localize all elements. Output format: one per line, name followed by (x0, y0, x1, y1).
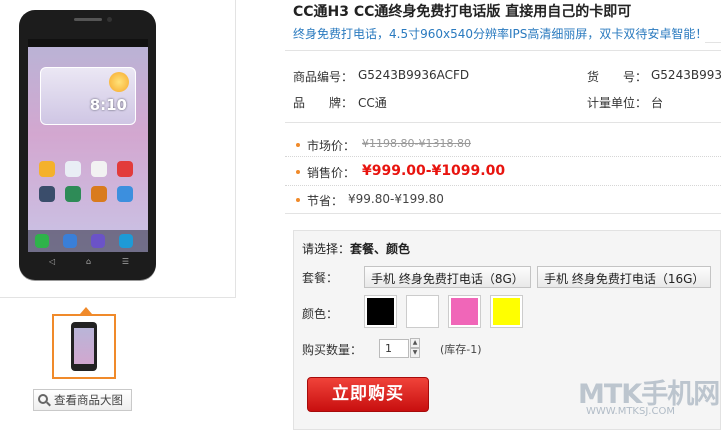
sale-price-label: 销售价： (307, 166, 356, 180)
buy-now-button[interactable]: 立即购买 (307, 377, 429, 412)
app-grid (34, 161, 144, 211)
thumbnail-indicator-arrow (80, 307, 92, 314)
phone-image: 8:10 ◁ ⌂ ☰ (19, 10, 156, 280)
market-price-value: ¥1198.80-¥1318.80 (362, 137, 471, 150)
brand-value: CC通 (358, 96, 387, 110)
quantity-label: 购买数量： (302, 343, 363, 357)
color-swatch-black[interactable] (364, 295, 397, 328)
view-large-image-label: 查看商品大图 (54, 393, 123, 407)
package-option-8g[interactable]: 手机 终身免费打电话（8G） (364, 266, 531, 288)
messages-dock-icon (63, 234, 77, 248)
unit-value: 台 (651, 96, 664, 110)
phone-dock-icon (35, 234, 49, 248)
clock-widget: 8:10 (40, 67, 136, 125)
weather-sun-icon (109, 72, 129, 92)
bullet-icon (296, 170, 300, 174)
color-swatch-yellow[interactable] (490, 295, 523, 328)
bullet-icon (296, 198, 300, 202)
maps-app-icon (65, 186, 81, 202)
divider (285, 50, 721, 51)
phone-statusbar (28, 39, 148, 47)
sku-label: 商品编号： (293, 70, 354, 84)
divider (285, 213, 721, 214)
view-large-image-button[interactable]: 查看商品大图 (33, 389, 132, 411)
quantity-decrease-button[interactable]: ▼ (410, 348, 420, 358)
item-number-value: G5243B9936 (651, 68, 721, 82)
bullet-icon (296, 143, 300, 147)
clock-time: 8:10 (89, 96, 127, 114)
browser-dock-icon (119, 234, 133, 248)
camera-dock-icon (91, 234, 105, 248)
contacts-app-icon (39, 161, 55, 177)
options-prompt-items: 套餐、颜色 (350, 242, 411, 256)
unit-label: 计量单位： (587, 96, 648, 110)
savings-label: 节省： (307, 194, 344, 208)
divider (285, 122, 721, 123)
music-app-icon (91, 186, 107, 202)
stock-count: (库存-1) (440, 343, 482, 356)
header-divider (705, 42, 721, 43)
flash-app-icon (117, 161, 133, 177)
thumbnail-phone (71, 322, 97, 371)
weather-app-icon (117, 186, 133, 202)
color-swatch-pink[interactable] (448, 295, 481, 328)
phone-camera (107, 17, 112, 22)
phone-screen: 8:10 (28, 39, 148, 252)
site-watermark: MTK手机网 WWW.MTKSJ.COM (578, 372, 720, 432)
options-prompt: 请选择：套餐、颜色 (302, 240, 410, 257)
package-label: 套餐： (302, 271, 339, 285)
package-option-16g[interactable]: 手机 终身免费打电话（16G） (537, 266, 712, 288)
sale-price-value: ¥999.00-¥1099.00 (362, 163, 506, 179)
color-swatch-white[interactable] (406, 295, 439, 328)
sku-value: G5243B9936ACFD (358, 68, 470, 82)
watermark-url: WWW.MTKSJ.COM (586, 406, 675, 417)
market-price-label: 市场价： (307, 139, 356, 153)
notes-app-icon (91, 161, 107, 177)
settings-app-icon (39, 186, 55, 202)
divider (285, 156, 721, 157)
item-number-label: 货 号： (587, 70, 648, 84)
quantity-increase-button[interactable]: ▲ (410, 338, 420, 348)
main-product-image: 8:10 ◁ ⌂ ☰ (0, 0, 236, 298)
product-subtitle: 终身免费打电话，4.5寸960x540分辨率IPS高清细丽屏，双卡双待安卓智能！ (293, 27, 708, 41)
savings-value: ¥99.80-¥199.80 (348, 192, 444, 206)
color-label: 颜色： (302, 307, 339, 321)
product-thumbnail[interactable] (52, 314, 116, 379)
phone-speaker (74, 18, 102, 21)
quantity-input[interactable]: 1 (379, 339, 409, 358)
brand-label: 品 牌： (293, 96, 354, 110)
browser-app-icon (65, 161, 81, 177)
phone-nav-keys: ◁ ⌂ ☰ (49, 257, 129, 266)
phone-dock (28, 230, 148, 252)
divider (285, 185, 721, 186)
product-title: CC通H3 CC通终身免费打电话版 直接用自己的卡即可 (293, 4, 632, 20)
options-prompt-prefix: 请选择： (302, 242, 351, 256)
magnifier-icon (38, 393, 51, 407)
